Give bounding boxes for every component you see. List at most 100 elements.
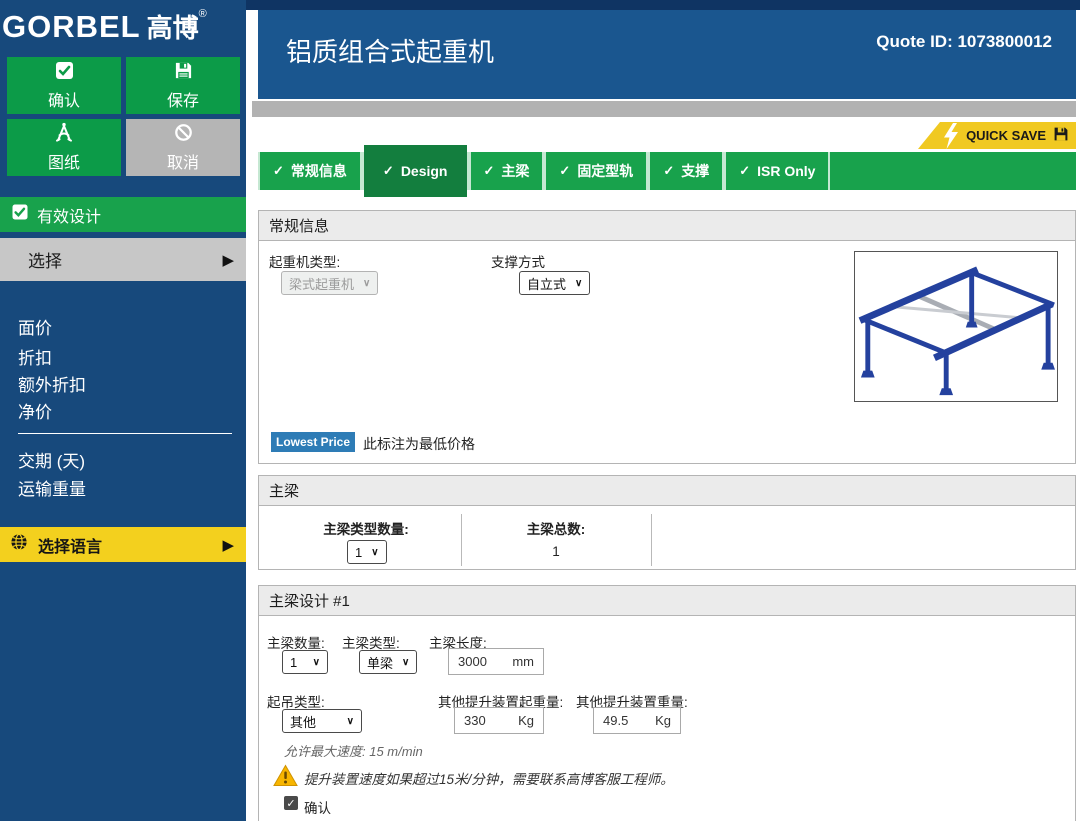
logo-text-cjk: 高博 — [147, 13, 199, 43]
tab-girder[interactable]: ✓ 主梁 — [471, 152, 543, 190]
page-title: 铝质组合式起重机 — [286, 32, 494, 69]
section-general-info: 常规信息 起重机类型: 梁式起重机 ∨ 支撑方式 自立式 ∨ Lowest Pr… — [258, 210, 1076, 464]
valid-design-label: 有效设计 — [37, 203, 101, 227]
girder-type-label: 主梁类型: — [342, 632, 400, 652]
column-divider — [461, 514, 462, 566]
sidebar-item-shipping-weight[interactable]: 运输重量 — [18, 475, 86, 500]
crane-type-select[interactable]: 梁式起重机 ∨ — [281, 271, 378, 295]
hoist-type-label: 起吊类型: — [267, 691, 325, 711]
drawings-button-label: 图纸 — [48, 149, 80, 173]
max-speed-note: 允许最大速度: 15 m/min — [284, 741, 423, 760]
check-icon: ✓ — [739, 163, 750, 179]
chevron-down-icon: ∨ — [313, 657, 320, 668]
girder-type-count-value: 1 — [355, 545, 362, 560]
girder-type-count-label: 主梁类型数量: — [301, 518, 431, 538]
other-hoist-weight-input[interactable]: 49.5 Kg — [593, 707, 681, 734]
tab-label: 主梁 — [501, 161, 529, 181]
section-girder-design-title: 主梁设计 #1 — [259, 586, 1075, 616]
girder-total-value: 1 — [496, 544, 616, 559]
tab-label: 支撑 — [681, 161, 709, 181]
confirm-checkbox-label: 确认 — [304, 797, 331, 817]
girder-length-input[interactable]: 3000 mm — [448, 648, 544, 675]
language-select-label: 选择语言 — [38, 533, 102, 557]
lowest-price-note: 此标注为最低价格 — [363, 434, 475, 454]
chevron-down-icon: ∨ — [402, 657, 409, 668]
lightning-bolt-icon — [942, 123, 959, 152]
other-hoist-weight-unit: Kg — [655, 713, 671, 728]
chevron-down-icon: ∨ — [371, 547, 378, 558]
logo-text-en: GORBEL — [2, 9, 141, 44]
girder-length-value: 3000 — [458, 654, 487, 669]
tab-label: ISR Only — [757, 163, 815, 179]
sidebar-item-discount[interactable]: 折扣 — [18, 344, 52, 369]
select-menu[interactable]: 选择 ▶ — [0, 238, 246, 281]
confirm-button[interactable]: 确认 — [7, 57, 121, 114]
other-hoist-capacity-value: 330 — [464, 713, 486, 728]
checkbox-check-icon — [55, 61, 74, 85]
chevron-down-icon: ∨ — [347, 716, 354, 727]
girder-total-label: 主梁总数: — [496, 518, 616, 538]
page-header: 铝质组合式起重机 Quote ID: 1073800012 — [258, 10, 1076, 99]
sidebar-item-list-price[interactable]: 面价 — [18, 314, 52, 339]
girder-qty-value: 1 — [290, 655, 297, 670]
gorbel-logo: GORBEL高博® — [2, 8, 244, 45]
section-general-info-title: 常规信息 — [259, 211, 1075, 241]
check-icon: ✓ — [663, 163, 674, 179]
confirm-button-label: 确认 — [48, 87, 80, 111]
compass-icon — [54, 122, 74, 147]
valid-design-banner[interactable]: 有效设计 — [0, 197, 246, 232]
other-hoist-capacity-input[interactable]: 330 Kg — [454, 707, 544, 734]
girder-qty-label: 主梁数量: — [267, 632, 325, 652]
no-entry-icon — [174, 123, 193, 147]
section-girder-title: 主梁 — [259, 476, 1075, 506]
check-icon: ✓ — [559, 163, 570, 179]
sidebar-button-grid: 确认 保存 图纸 取消 — [7, 57, 240, 176]
tab-general-info[interactable]: ✓ 常规信息 — [260, 152, 360, 190]
arrow-right-icon: ▶ — [222, 536, 234, 554]
hoist-type-select[interactable]: 其他 ∨ — [282, 709, 362, 733]
floppy-icon — [1053, 126, 1069, 145]
tab-fixed-rail[interactable]: ✓ 固定型轨 — [546, 152, 646, 190]
speed-warning-text: 提升装置速度如果超过15米/分钟，需要联系高博客服工程师。 — [304, 768, 674, 788]
sidebar-divider — [18, 433, 232, 434]
section-girder: 主梁 主梁类型数量: 1 ∨ 主梁总数: 1 — [258, 475, 1076, 570]
check-icon: ✓ — [383, 163, 394, 179]
checked-checkbox-icon — [12, 204, 28, 225]
cancel-button-label: 取消 — [167, 149, 199, 173]
globe-icon — [10, 533, 28, 556]
other-hoist-weight-value: 49.5 — [603, 713, 628, 728]
quote-id: Quote ID: 1073800012 — [876, 32, 1052, 52]
lowest-price-badge: Lowest Price — [271, 432, 355, 452]
sidebar-item-net-price[interactable]: 净价 — [18, 398, 52, 423]
tab-bar: ✓ 常规信息 ✓ Design ✓ 主梁 ✓ 固定型轨 ✓ 支撑 ✓ ISR O… — [258, 152, 1076, 190]
floppy-icon — [174, 61, 193, 85]
tab-design[interactable]: ✓ Design — [364, 145, 467, 197]
confirm-checkbox[interactable]: ✓ — [284, 796, 298, 810]
drawings-button[interactable]: 图纸 — [7, 119, 121, 176]
crane-preview-image — [854, 251, 1058, 402]
header-gray-strip — [252, 101, 1076, 117]
girder-type-select[interactable]: 单梁 ∨ — [359, 650, 417, 674]
quick-save-button[interactable]: QUICK SAVE — [918, 122, 1076, 149]
sidebar-item-extra-discount[interactable]: 额外折扣 — [18, 371, 86, 396]
registered-mark: ® — [199, 8, 207, 20]
top-navy-strip — [246, 0, 1080, 10]
language-select-banner[interactable]: 选择语言 ▶ — [0, 527, 246, 562]
tab-isr-only[interactable]: ✓ ISR Only — [726, 152, 828, 190]
section-girder-design-1: 主梁设计 #1 主梁数量: 主梁类型: 主梁长度: 1 ∨ 单梁 ∨ 3000 … — [258, 585, 1076, 821]
arrow-right-icon: ▶ — [222, 251, 234, 269]
save-button[interactable]: 保存 — [126, 57, 240, 114]
sidebar-item-lead-time[interactable]: 交期 (天) — [18, 447, 85, 472]
freestanding-crane-drawing — [856, 253, 1056, 400]
support-mode-select[interactable]: 自立式 ∨ — [519, 271, 590, 295]
cancel-button[interactable]: 取消 — [126, 119, 240, 176]
crane-type-value: 梁式起重机 — [289, 274, 354, 293]
tab-support[interactable]: ✓ 支撑 — [650, 152, 722, 190]
sidebar: GORBEL高博® 确认 保存 图纸 取消 — [0, 0, 246, 821]
support-mode-value: 自立式 — [527, 274, 566, 293]
girder-type-count-select[interactable]: 1 ∨ — [347, 540, 387, 564]
girder-qty-select[interactable]: 1 ∨ — [282, 650, 328, 674]
warning-triangle-icon — [273, 764, 298, 792]
chevron-down-icon: ∨ — [575, 278, 582, 289]
check-icon: ✓ — [484, 163, 495, 179]
